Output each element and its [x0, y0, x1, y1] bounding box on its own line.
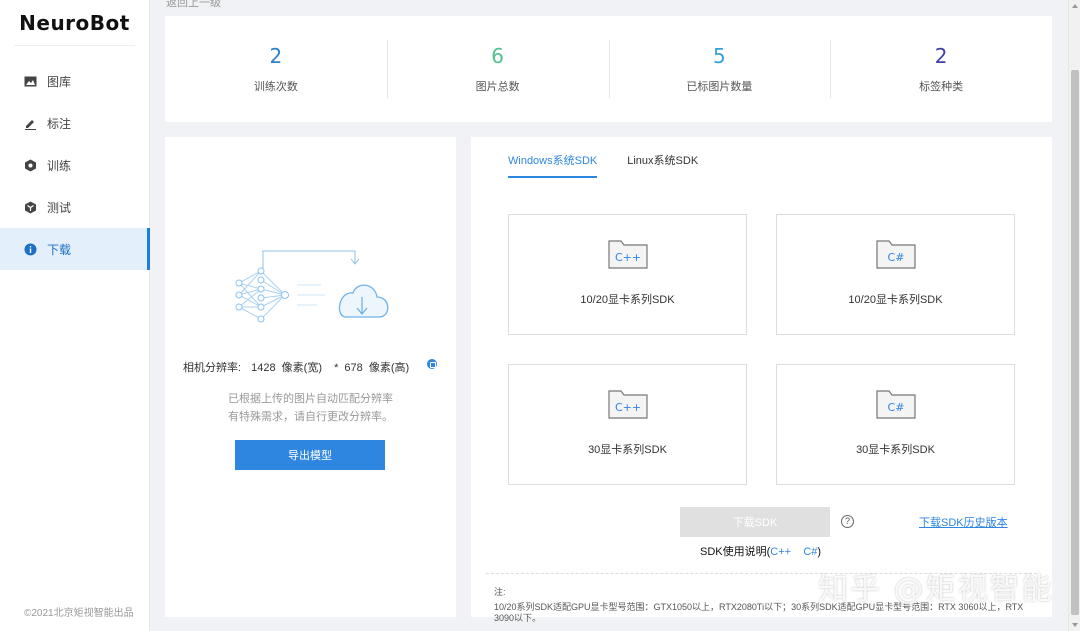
- sdk-card-csharp-1020[interactable]: C# 10/20显卡系列SDK: [776, 214, 1015, 335]
- sdk-tabs: Windows系统SDK Linux系统SDK: [508, 152, 728, 178]
- cube-icon: [24, 201, 37, 214]
- stat-value: 2: [269, 44, 283, 68]
- sdk-card-cpp-1020[interactable]: C++ 10/20显卡系列SDK: [508, 214, 747, 335]
- sidebar-nav: 图库 标注 训练 测试 下载: [0, 60, 150, 270]
- export-model-button[interactable]: 导出模型: [235, 440, 385, 470]
- hint-line: 有特殊需求，请自行更改分辨率。: [228, 411, 393, 423]
- stats-bar: 2 训练次数 6 图片总数 5 已标图片数量 2 标签种类: [165, 16, 1052, 122]
- resolution-label: 相机分辨率:: [183, 362, 242, 374]
- hint-line: 已根据上传的图片自动匹配分辨率: [228, 393, 393, 405]
- usage-prefix: SDK使用说明(: [700, 546, 771, 558]
- sidebar-item-label: 图库: [47, 74, 72, 89]
- help-icon[interactable]: ?: [841, 515, 854, 528]
- sdk-card-caption: 10/20显卡系列SDK: [848, 294, 943, 306]
- resolution-separator: *: [334, 362, 339, 374]
- stat-label: 已标图片数量: [686, 81, 753, 93]
- tab-windows-sdk[interactable]: Windows系统SDK: [508, 152, 598, 178]
- cpp-folder-icon: C++: [608, 240, 648, 269]
- sidebar-item-label: 测试: [47, 200, 72, 215]
- scroll-up-arrow-icon[interactable]: [1072, 4, 1078, 8]
- stat-label: 标签种类: [919, 81, 964, 93]
- tab-linux-sdk[interactable]: Linux系统SDK: [627, 152, 698, 178]
- page-scrollbar[interactable]: [1068, 0, 1080, 631]
- sdk-history-link[interactable]: 下载SDK历史版本: [919, 514, 1008, 530]
- csharp-folder-icon-text: C#: [888, 401, 905, 414]
- sdk-card-caption: 30显卡系列SDK: [856, 444, 935, 456]
- resolution-height-value[interactable]: 678: [344, 362, 362, 374]
- cpp-folder-icon-text: C++: [615, 401, 641, 414]
- stat-train-count: 2 训练次数: [165, 16, 387, 122]
- info-icon: [24, 243, 37, 256]
- resolution-width-value[interactable]: 1428: [251, 362, 275, 374]
- edit-resolution-icon[interactable]: [427, 359, 437, 369]
- note-label: 注:: [494, 587, 506, 597]
- sdk-usage-instructions: SDK使用说明(C++ C#): [700, 543, 821, 559]
- usage-csharp-link[interactable]: C#: [803, 546, 817, 558]
- download-sdk-button[interactable]: 下载SDK: [680, 507, 830, 537]
- sdk-card-cpp-30[interactable]: C++ 30显卡系列SDK: [508, 364, 747, 485]
- scroll-thumb[interactable]: [1071, 70, 1079, 615]
- csharp-folder-icon: C#: [876, 390, 916, 419]
- watermark: 知乎 @矩视智能: [818, 572, 1054, 607]
- stat-value: 2: [934, 44, 948, 68]
- sidebar-item-gallery[interactable]: 图库: [0, 60, 149, 102]
- sidebar-item-label: 下载: [47, 242, 72, 257]
- csharp-folder-icon: C#: [876, 240, 916, 269]
- sdk-card-caption: 10/20显卡系列SDK: [580, 294, 675, 306]
- app-logo[interactable]: NeuroBot: [14, 0, 135, 46]
- image-icon: [24, 75, 37, 88]
- resolution-width-unit: 像素(宽): [281, 362, 322, 374]
- breadcrumb[interactable]: 返回上一级: [166, 0, 221, 10]
- sidebar: NeuroBot 图库 标注 训练 测试 下载 ©2021北京矩视智能出品: [0, 0, 150, 631]
- cpp-folder-icon-text: C++: [615, 251, 641, 264]
- camera-resolution: 相机分辨率: 1428 像素(宽) * 678 像素(高): [183, 359, 412, 375]
- export-model-panel: 相机分辨率: 1428 像素(宽) * 678 像素(高) 已根据上传的图片自动…: [165, 137, 456, 617]
- stat-image-total: 6 图片总数: [386, 16, 609, 122]
- sdk-card-caption: 30显卡系列SDK: [588, 444, 667, 456]
- sidebar-item-label: 标注: [47, 116, 72, 131]
- stat-label-types: 2 标签种类: [830, 16, 1052, 122]
- sidebar-item-annotate[interactable]: 标注: [0, 102, 149, 144]
- neural-network-cloud-illustration: [235, 250, 389, 323]
- csharp-folder-icon-text: C#: [888, 251, 905, 264]
- copyright-text: ©2021北京矩视智能出品: [24, 608, 134, 619]
- sidebar-item-test[interactable]: 测试: [0, 186, 149, 228]
- resolution-hint: 已根据上传的图片自动匹配分辨率 有特殊需求，请自行更改分辨率。: [165, 390, 456, 426]
- edit-icon: [24, 117, 37, 130]
- stat-labeled-images: 5 已标图片数量: [608, 16, 831, 122]
- hexagon-icon: [24, 159, 37, 172]
- usage-suffix: ): [817, 546, 822, 558]
- scroll-down-arrow-icon[interactable]: [1072, 623, 1078, 627]
- stat-label: 训练次数: [253, 81, 298, 93]
- stat-value: 5: [713, 44, 726, 68]
- stat-label: 图片总数: [475, 81, 520, 93]
- sdk-download-panel: Windows系统SDK Linux系统SDK C++ 10/20显卡系列SDK…: [471, 137, 1052, 623]
- sidebar-item-train[interactable]: 训练: [0, 144, 149, 186]
- stat-value: 6: [491, 44, 504, 68]
- usage-cpp-link[interactable]: C++: [770, 546, 791, 558]
- sdk-card-csharp-30[interactable]: C# 30显卡系列SDK: [776, 364, 1015, 485]
- sidebar-item-download[interactable]: 下载: [0, 228, 150, 270]
- resolution-height-unit: 像素(高): [368, 362, 410, 374]
- cpp-folder-icon: C++: [608, 390, 648, 419]
- sidebar-item-label: 训练: [47, 158, 72, 173]
